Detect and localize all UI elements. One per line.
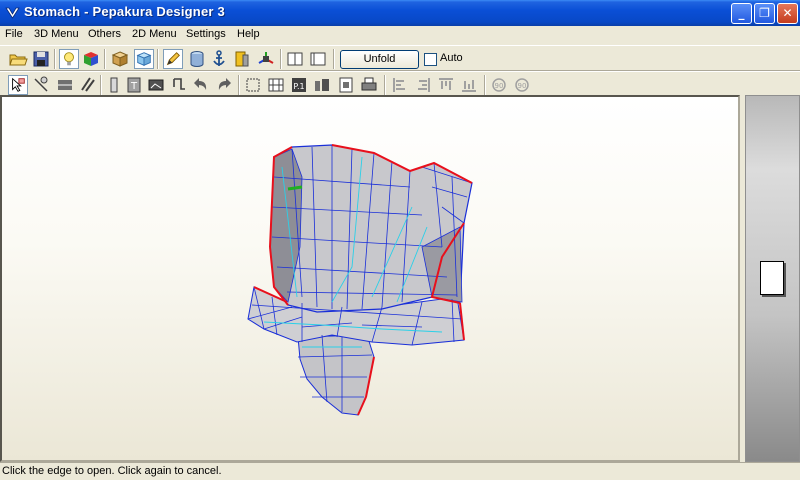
open-folder-icon[interactable] bbox=[8, 49, 28, 69]
toolbar-separator bbox=[238, 75, 240, 95]
split-view-icon[interactable] bbox=[308, 49, 328, 69]
texture-cube-icon[interactable] bbox=[81, 49, 101, 69]
pepakura-logo-icon bbox=[5, 7, 20, 19]
toolbar-separator bbox=[484, 75, 486, 95]
toolbar-separator bbox=[157, 49, 159, 69]
svg-text:90: 90 bbox=[495, 82, 504, 90]
menu-others[interactable]: Others bbox=[88, 28, 121, 40]
selected-edge[interactable] bbox=[287, 185, 303, 191]
rotate-minus-90-icon[interactable]: 90 bbox=[512, 75, 532, 95]
cylinder-icon[interactable] bbox=[187, 49, 207, 69]
axis-icon[interactable] bbox=[256, 49, 276, 69]
close-button[interactable]: ✕ bbox=[777, 3, 798, 24]
toolbar-separator bbox=[384, 75, 386, 95]
menu-bar: File 3D Menu Others 2D Menu Settings Hel… bbox=[0, 26, 800, 44]
redo-icon[interactable] bbox=[214, 75, 234, 95]
grid-icon[interactable] bbox=[266, 75, 286, 95]
toolbar-separator bbox=[333, 49, 335, 69]
single-view-icon[interactable] bbox=[285, 49, 305, 69]
minimize-button[interactable]: _ bbox=[731, 3, 752, 24]
align-left-icon[interactable] bbox=[390, 75, 410, 95]
main-toolbar: Unfold Auto bbox=[0, 45, 800, 71]
title-bar[interactable]: Stomach - Pepakura Designer 3 _ ❐ ✕ bbox=[0, 0, 800, 26]
join-edge-icon[interactable] bbox=[31, 75, 51, 95]
print-icon[interactable] bbox=[359, 75, 379, 95]
menu-file[interactable]: File bbox=[5, 28, 23, 40]
auto-checkbox[interactable] bbox=[424, 53, 437, 66]
svg-text:P.1: P.1 bbox=[293, 82, 304, 91]
wireframe-cube-icon[interactable] bbox=[134, 49, 154, 69]
2d-view[interactable] bbox=[745, 95, 800, 462]
paper-page-icon[interactable] bbox=[760, 261, 784, 295]
image-icon[interactable] bbox=[146, 75, 166, 95]
align-top-icon[interactable] bbox=[436, 75, 456, 95]
menu-help[interactable]: Help bbox=[237, 28, 260, 40]
pepakura-window: Stomach - Pepakura Designer 3 _ ❐ ✕ File… bbox=[0, 0, 800, 480]
solid-cube-icon[interactable] bbox=[110, 49, 130, 69]
svg-text:T: T bbox=[130, 81, 138, 92]
undo-icon[interactable] bbox=[191, 75, 211, 95]
fold-edges-icon[interactable] bbox=[232, 49, 252, 69]
3d-view[interactable] bbox=[0, 95, 740, 462]
arrange-icon[interactable] bbox=[312, 75, 332, 95]
toolbar-separator bbox=[280, 49, 282, 69]
menu-settings[interactable]: Settings bbox=[186, 28, 226, 40]
restore-button[interactable]: ❐ bbox=[754, 3, 775, 24]
status-bar: Click the edge to open. Click again to c… bbox=[0, 462, 800, 480]
fit-page-icon[interactable] bbox=[336, 75, 356, 95]
text-icon[interactable]: T bbox=[124, 75, 144, 95]
align-bottom-icon[interactable] bbox=[459, 75, 479, 95]
edge-id-icon[interactable] bbox=[104, 75, 124, 95]
status-text: Click the edge to open. Click again to c… bbox=[2, 465, 222, 477]
flap-icon[interactable] bbox=[55, 75, 75, 95]
pencil-icon[interactable] bbox=[163, 49, 183, 69]
page-number-icon[interactable]: P.1 bbox=[289, 75, 309, 95]
edit-toolbar: T P.1 90 90 bbox=[0, 71, 800, 97]
align-icon[interactable] bbox=[243, 75, 263, 95]
align-center-icon[interactable] bbox=[413, 75, 433, 95]
toolbar-separator bbox=[54, 49, 56, 69]
menu-3d[interactable]: 3D Menu bbox=[34, 28, 79, 40]
auto-label: Auto bbox=[440, 52, 463, 64]
select-arrow-icon[interactable] bbox=[8, 75, 28, 95]
save-icon[interactable] bbox=[31, 49, 51, 69]
anchor-icon[interactable] bbox=[209, 49, 229, 69]
rotate-90-icon[interactable]: 90 bbox=[489, 75, 509, 95]
unfold-button[interactable]: Unfold bbox=[340, 50, 419, 69]
rotate-part-icon[interactable] bbox=[78, 75, 98, 95]
move-icon[interactable] bbox=[169, 75, 189, 95]
menu-2d[interactable]: 2D Menu bbox=[132, 28, 177, 40]
svg-text:90: 90 bbox=[518, 82, 527, 90]
toolbar-separator bbox=[100, 75, 102, 95]
toolbar-separator bbox=[104, 49, 106, 69]
lightbulb-icon[interactable] bbox=[59, 49, 79, 69]
stomach-mesh[interactable] bbox=[2, 97, 738, 460]
window-title: Stomach - Pepakura Designer 3 bbox=[24, 4, 225, 19]
